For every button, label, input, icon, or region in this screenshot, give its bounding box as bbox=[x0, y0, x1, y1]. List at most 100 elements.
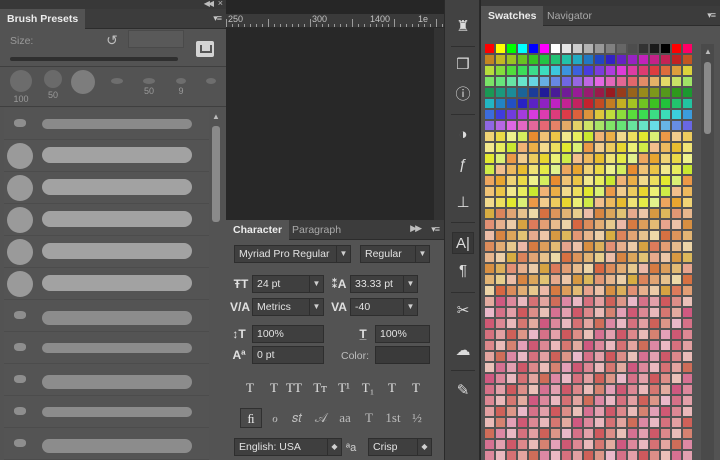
close-icon[interactable]: × bbox=[218, 0, 223, 8]
color-swatch[interactable] bbox=[672, 110, 681, 119]
color-swatch[interactable] bbox=[606, 143, 615, 152]
color-swatch[interactable] bbox=[485, 220, 494, 229]
color-swatch[interactable] bbox=[650, 297, 659, 306]
color-swatch[interactable] bbox=[551, 55, 560, 64]
color-swatch[interactable] bbox=[661, 352, 670, 361]
color-swatch[interactable] bbox=[661, 253, 670, 262]
color-swatch[interactable] bbox=[683, 88, 692, 97]
color-swatch[interactable] bbox=[639, 297, 648, 306]
color-swatch[interactable] bbox=[496, 220, 505, 229]
color-swatch[interactable] bbox=[639, 396, 648, 405]
color-swatch[interactable] bbox=[617, 264, 626, 273]
color-swatch[interactable] bbox=[628, 341, 637, 350]
color-swatch[interactable] bbox=[551, 220, 560, 229]
collapse-icon[interactable]: ◀◀ bbox=[204, 0, 214, 8]
color-swatch[interactable] bbox=[595, 165, 604, 174]
color-swatch[interactable] bbox=[639, 110, 648, 119]
color-swatch[interactable] bbox=[628, 110, 637, 119]
color-swatch[interactable] bbox=[485, 132, 494, 141]
color-swatch[interactable] bbox=[639, 286, 648, 295]
color-swatch[interactable] bbox=[606, 352, 615, 361]
color-swatch[interactable] bbox=[672, 209, 681, 218]
color-swatch[interactable] bbox=[584, 231, 593, 240]
color-swatch[interactable] bbox=[573, 418, 582, 427]
color-swatch[interactable] bbox=[606, 286, 615, 295]
color-swatch[interactable] bbox=[529, 154, 538, 163]
color-swatch[interactable] bbox=[496, 451, 505, 460]
color-swatch[interactable] bbox=[628, 220, 637, 229]
color-swatch[interactable] bbox=[595, 253, 604, 262]
color-swatch[interactable] bbox=[628, 451, 637, 460]
color-swatch[interactable] bbox=[617, 209, 626, 218]
tab-navigator[interactable]: Navigator bbox=[540, 6, 599, 26]
color-swatch[interactable] bbox=[639, 55, 648, 64]
color-swatch[interactable] bbox=[606, 308, 615, 317]
color-swatch[interactable] bbox=[485, 374, 494, 383]
color-swatch[interactable] bbox=[628, 44, 637, 53]
color-swatch[interactable] bbox=[584, 363, 593, 372]
color-swatch[interactable] bbox=[683, 231, 692, 240]
horizontal-scale-field[interactable]: 100% bbox=[375, 325, 430, 343]
color-swatch[interactable] bbox=[661, 286, 670, 295]
opentype-feature-button[interactable]: 𝒜 bbox=[310, 408, 332, 428]
color-swatch[interactable] bbox=[650, 143, 659, 152]
text-color-swatch[interactable] bbox=[375, 346, 430, 364]
color-swatch[interactable] bbox=[672, 66, 681, 75]
color-swatch[interactable] bbox=[485, 352, 494, 361]
color-swatch[interactable] bbox=[485, 286, 494, 295]
color-swatch[interactable] bbox=[584, 253, 593, 262]
color-swatch[interactable] bbox=[507, 264, 516, 273]
scroll-up-icon[interactable]: ▲ bbox=[212, 112, 220, 121]
color-swatch[interactable] bbox=[485, 385, 494, 394]
color-swatch[interactable] bbox=[562, 165, 571, 174]
color-swatch[interactable] bbox=[672, 44, 681, 53]
color-swatch[interactable] bbox=[606, 275, 615, 284]
color-swatch[interactable] bbox=[573, 385, 582, 394]
color-swatch[interactable] bbox=[595, 44, 604, 53]
color-swatch[interactable] bbox=[617, 121, 626, 130]
color-swatch[interactable] bbox=[518, 242, 527, 251]
color-swatch[interactable] bbox=[507, 418, 516, 427]
color-swatch[interactable] bbox=[573, 429, 582, 438]
color-swatch[interactable] bbox=[573, 143, 582, 152]
color-swatch[interactable] bbox=[617, 88, 626, 97]
color-swatch[interactable] bbox=[584, 308, 593, 317]
color-swatch[interactable] bbox=[529, 231, 538, 240]
tab-character[interactable]: Character bbox=[226, 220, 290, 240]
color-swatch[interactable] bbox=[507, 253, 516, 262]
color-swatch[interactable] bbox=[573, 165, 582, 174]
brush-preset-row[interactable] bbox=[4, 332, 209, 364]
color-swatch[interactable] bbox=[485, 407, 494, 416]
color-swatch[interactable] bbox=[518, 209, 527, 218]
color-swatch[interactable] bbox=[584, 341, 593, 350]
color-swatch[interactable] bbox=[639, 220, 648, 229]
color-swatch[interactable] bbox=[496, 319, 505, 328]
color-swatch[interactable] bbox=[628, 99, 637, 108]
color-swatch[interactable] bbox=[683, 264, 692, 273]
type-style-button[interactable]: T₁ bbox=[358, 379, 378, 397]
color-swatch[interactable] bbox=[562, 231, 571, 240]
color-swatch[interactable] bbox=[661, 154, 670, 163]
color-swatch[interactable] bbox=[639, 99, 648, 108]
color-swatch[interactable] bbox=[606, 374, 615, 383]
color-swatch[interactable] bbox=[672, 264, 681, 273]
color-swatch[interactable] bbox=[639, 385, 648, 394]
vertical-scale-field[interactable]: 100% bbox=[252, 325, 324, 343]
color-swatch[interactable] bbox=[507, 187, 516, 196]
color-swatch[interactable] bbox=[595, 99, 604, 108]
color-swatch[interactable] bbox=[661, 297, 670, 306]
color-swatch[interactable] bbox=[672, 418, 681, 427]
color-swatch[interactable] bbox=[507, 77, 516, 86]
color-swatch[interactable] bbox=[683, 242, 692, 251]
color-swatch[interactable] bbox=[507, 165, 516, 174]
color-swatch[interactable] bbox=[485, 308, 494, 317]
color-swatch[interactable] bbox=[639, 187, 648, 196]
color-swatch[interactable] bbox=[617, 165, 626, 174]
color-swatch[interactable] bbox=[617, 440, 626, 449]
color-swatch[interactable] bbox=[617, 374, 626, 383]
color-swatch[interactable] bbox=[639, 275, 648, 284]
color-swatch[interactable] bbox=[639, 418, 648, 427]
color-swatch[interactable] bbox=[573, 132, 582, 141]
color-swatch[interactable] bbox=[683, 330, 692, 339]
color-swatch[interactable] bbox=[507, 176, 516, 185]
